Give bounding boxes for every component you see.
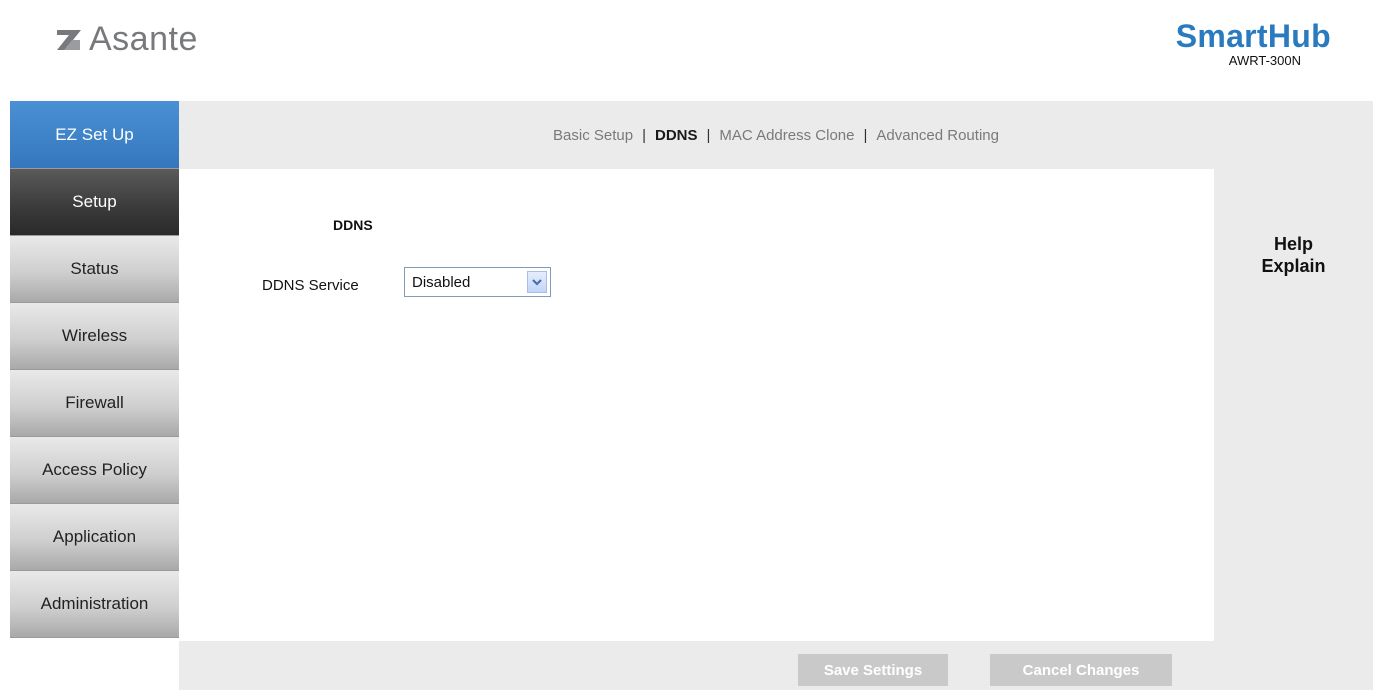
chevron-down-icon[interactable] xyxy=(527,271,547,293)
model-number: AWRT-300N xyxy=(1228,53,1301,68)
tab-ddns[interactable]: DDNS xyxy=(655,127,698,144)
main-content: DDNS DDNS Service Disabled xyxy=(179,169,1214,641)
asante-logo: Asante xyxy=(55,22,198,56)
sidebar-item-firewall[interactable]: Firewall xyxy=(10,370,179,437)
ddns-service-select[interactable]: Disabled xyxy=(404,267,551,297)
product-brand: SmartHub AWRT-300N xyxy=(1176,20,1331,68)
tab-separator: | xyxy=(642,126,646,144)
sidebar-nav: EZ Set Up Setup Status Wireless Firewall… xyxy=(10,101,179,638)
section-title: DDNS xyxy=(333,217,373,233)
sidebar-item-administration[interactable]: Administration xyxy=(10,571,179,638)
asante-logo-mark-icon xyxy=(55,26,85,52)
save-settings-button[interactable]: Save Settings xyxy=(798,654,948,686)
help-text[interactable]: Help Explain xyxy=(1214,233,1373,277)
tab-separator: | xyxy=(863,126,868,144)
footer-bar: Save Settings Cancel Changes xyxy=(179,641,1373,690)
setup-subnav: Basic Setup | DDNS | MAC Address Clone |… xyxy=(179,101,1373,169)
ddns-service-label: DDNS Service xyxy=(262,277,359,294)
help-label: Help xyxy=(1273,234,1313,254)
sidebar-item-setup[interactable]: Setup xyxy=(10,169,179,236)
tab-separator: | xyxy=(706,126,711,144)
help-pane: Help Explain xyxy=(1214,169,1373,641)
sidebar-item-application[interactable]: Application xyxy=(10,504,179,571)
sidebar-item-status[interactable]: Status xyxy=(10,236,179,303)
tab-basic-setup[interactable]: Basic Setup xyxy=(553,127,633,144)
explain-label: Explain xyxy=(1261,256,1326,276)
sidebar-item-ez-setup[interactable]: EZ Set Up xyxy=(10,101,179,169)
tab-mac-address-clone[interactable]: MAC Address Clone xyxy=(719,127,854,144)
ddns-service-value: Disabled xyxy=(412,273,471,291)
logo-text: Asante xyxy=(89,20,198,58)
router-admin-page: Asante SmartHub AWRT-300N EZ Set Up Setu… xyxy=(0,0,1373,690)
sidebar-item-wireless[interactable]: Wireless xyxy=(10,303,179,370)
brand-title: SmartHub xyxy=(1175,18,1331,54)
cancel-changes-button[interactable]: Cancel Changes xyxy=(990,654,1172,686)
tab-advanced-routing[interactable]: Advanced Routing xyxy=(876,127,999,144)
sidebar-item-access-policy[interactable]: Access Policy xyxy=(10,437,179,504)
